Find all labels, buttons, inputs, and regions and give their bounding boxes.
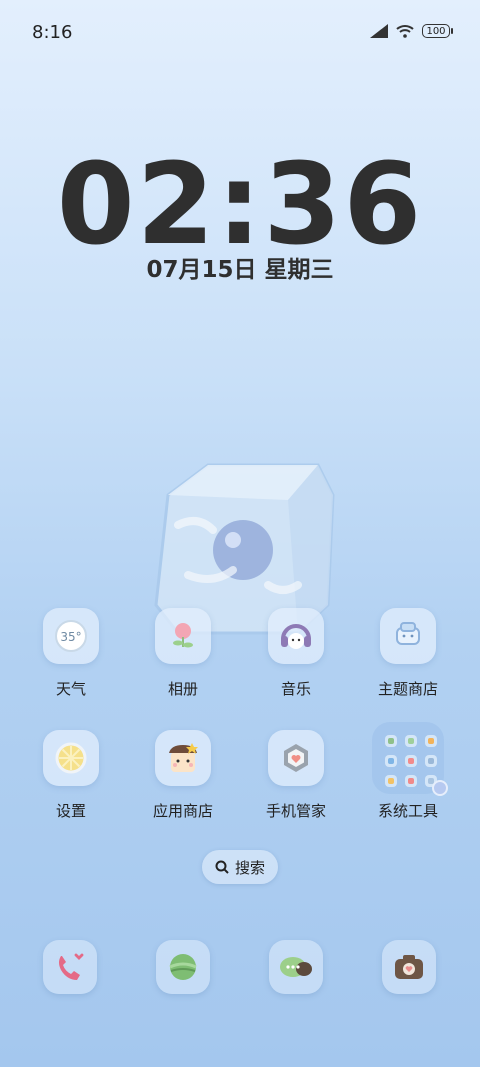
mini-app-icon	[405, 735, 417, 747]
mini-app-icon	[405, 755, 417, 767]
app-label: 相册	[167, 680, 198, 698]
music-icon	[268, 608, 324, 664]
search-icon	[215, 860, 229, 874]
search-button[interactable]: 搜索	[202, 850, 278, 884]
status-icons: 100	[370, 24, 453, 38]
phone-manager-icon	[268, 730, 324, 786]
folder-icon	[372, 722, 448, 796]
battery-level: 100	[426, 25, 446, 37]
phone-icon	[59, 953, 84, 980]
dock-browser-icon[interactable]	[156, 940, 210, 994]
app-label: 应用商店	[152, 802, 213, 820]
search-label: 搜索	[234, 858, 265, 877]
browser-icon	[169, 954, 197, 980]
app-label: 主题商店	[377, 680, 438, 698]
weather-temp: 35°	[60, 630, 81, 644]
app-label: 设置	[55, 802, 86, 820]
dock-messages-icon[interactable]	[269, 940, 323, 994]
dock-phone-icon[interactable]	[43, 940, 97, 994]
folder-badge	[432, 780, 448, 796]
mini-app-icon	[425, 735, 437, 747]
app-gallery[interactable]: 相册	[133, 608, 233, 699]
status-time: 8:16	[32, 22, 73, 43]
wifi-icon	[396, 25, 414, 38]
app-label: 手机管家	[265, 802, 326, 820]
dock-camera-icon[interactable]	[382, 940, 436, 994]
app-label: 天气	[55, 680, 86, 698]
status-bar: 8:16 100	[0, 0, 480, 68]
app-label: 音乐	[280, 680, 311, 698]
mini-app-icon	[385, 775, 397, 787]
cellular-signal-icon	[370, 24, 388, 38]
camera-icon	[395, 955, 423, 979]
app-theme-store[interactable]: 主题商店	[358, 608, 458, 699]
weather-icon: 35°	[43, 608, 99, 664]
mini-app-icon	[405, 775, 417, 787]
app-system-tools-folder[interactable]: 系统工具	[358, 722, 458, 821]
app-store-icon	[155, 730, 211, 786]
mini-app-icon	[425, 755, 437, 767]
theme-store-icon	[380, 608, 436, 664]
settings-icon	[43, 730, 99, 786]
app-app-store[interactable]: 应用商店	[133, 730, 233, 821]
app-settings[interactable]: 设置	[21, 730, 121, 821]
battery-icon: 100	[422, 24, 453, 38]
mini-app-icon	[385, 735, 397, 747]
lock-date[interactable]: 07月15日 星期三	[0, 250, 480, 284]
app-music[interactable]: 音乐	[246, 608, 346, 699]
gallery-icon	[155, 608, 211, 664]
messages-icon	[280, 957, 312, 977]
mini-app-icon	[385, 755, 397, 767]
app-phone-manager[interactable]: 手机管家	[246, 730, 346, 821]
app-label: 系统工具	[377, 802, 438, 820]
app-weather[interactable]: 35° 天气	[21, 608, 121, 699]
